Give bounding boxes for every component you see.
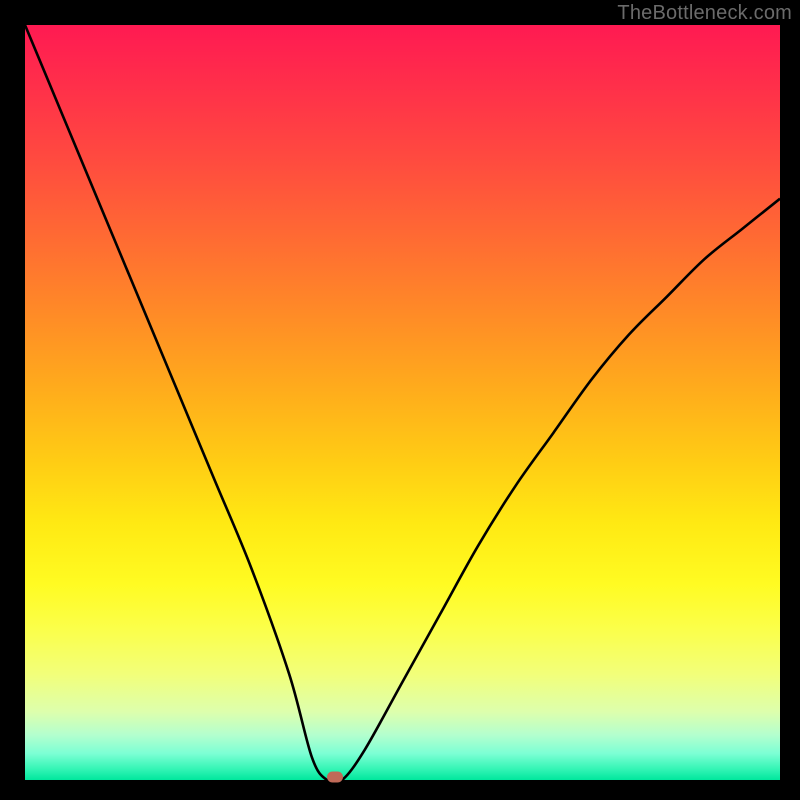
chart-frame: TheBottleneck.com (0, 0, 800, 800)
bottleneck-curve (25, 25, 780, 780)
minimum-marker (327, 772, 343, 783)
watermark-text: TheBottleneck.com (617, 2, 792, 25)
curve-svg (25, 25, 780, 780)
plot-area (25, 25, 780, 780)
